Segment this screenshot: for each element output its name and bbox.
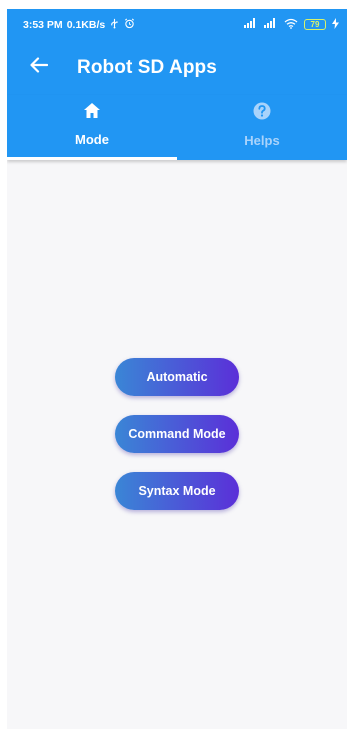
tab-bar: Mode Helps	[7, 95, 347, 160]
charging-icon	[332, 17, 339, 32]
tab-mode[interactable]: Mode	[7, 95, 177, 160]
home-icon	[83, 102, 101, 124]
tab-mode-label: Mode	[75, 132, 109, 147]
status-bar: 3:53 PM 0.1KB/s 79	[7, 9, 347, 40]
automatic-button[interactable]: Automatic	[115, 358, 239, 396]
usb-icon	[109, 18, 120, 32]
help-circle-icon	[253, 102, 271, 125]
tab-helps[interactable]: Helps	[177, 95, 347, 160]
back-button[interactable]	[25, 54, 53, 82]
battery-indicator: 79	[304, 19, 326, 30]
tab-helps-label: Helps	[244, 132, 280, 148]
signal-icon-2	[264, 18, 278, 31]
alarm-icon	[124, 18, 135, 32]
status-left: 3:53 PM 0.1KB/s	[23, 18, 135, 32]
status-right: 79	[244, 17, 339, 32]
app-title: Robot SD Apps	[77, 56, 217, 78]
status-speed: 0.1KB/s	[66, 18, 106, 31]
mode-content: Automatic Command Mode Syntax Mode	[7, 160, 347, 729]
status-time: 3:53 PM	[23, 18, 63, 31]
arrow-left-icon	[30, 57, 49, 78]
syntax-mode-button[interactable]: Syntax Mode	[115, 472, 239, 510]
command-mode-button[interactable]: Command Mode	[115, 415, 239, 453]
phone-screen: 3:53 PM 0.1KB/s 79 Robot SD Apps Mode He…	[7, 9, 347, 729]
app-bar: Robot SD Apps	[7, 40, 347, 95]
signal-icon	[244, 18, 258, 31]
wifi-icon	[284, 18, 298, 32]
